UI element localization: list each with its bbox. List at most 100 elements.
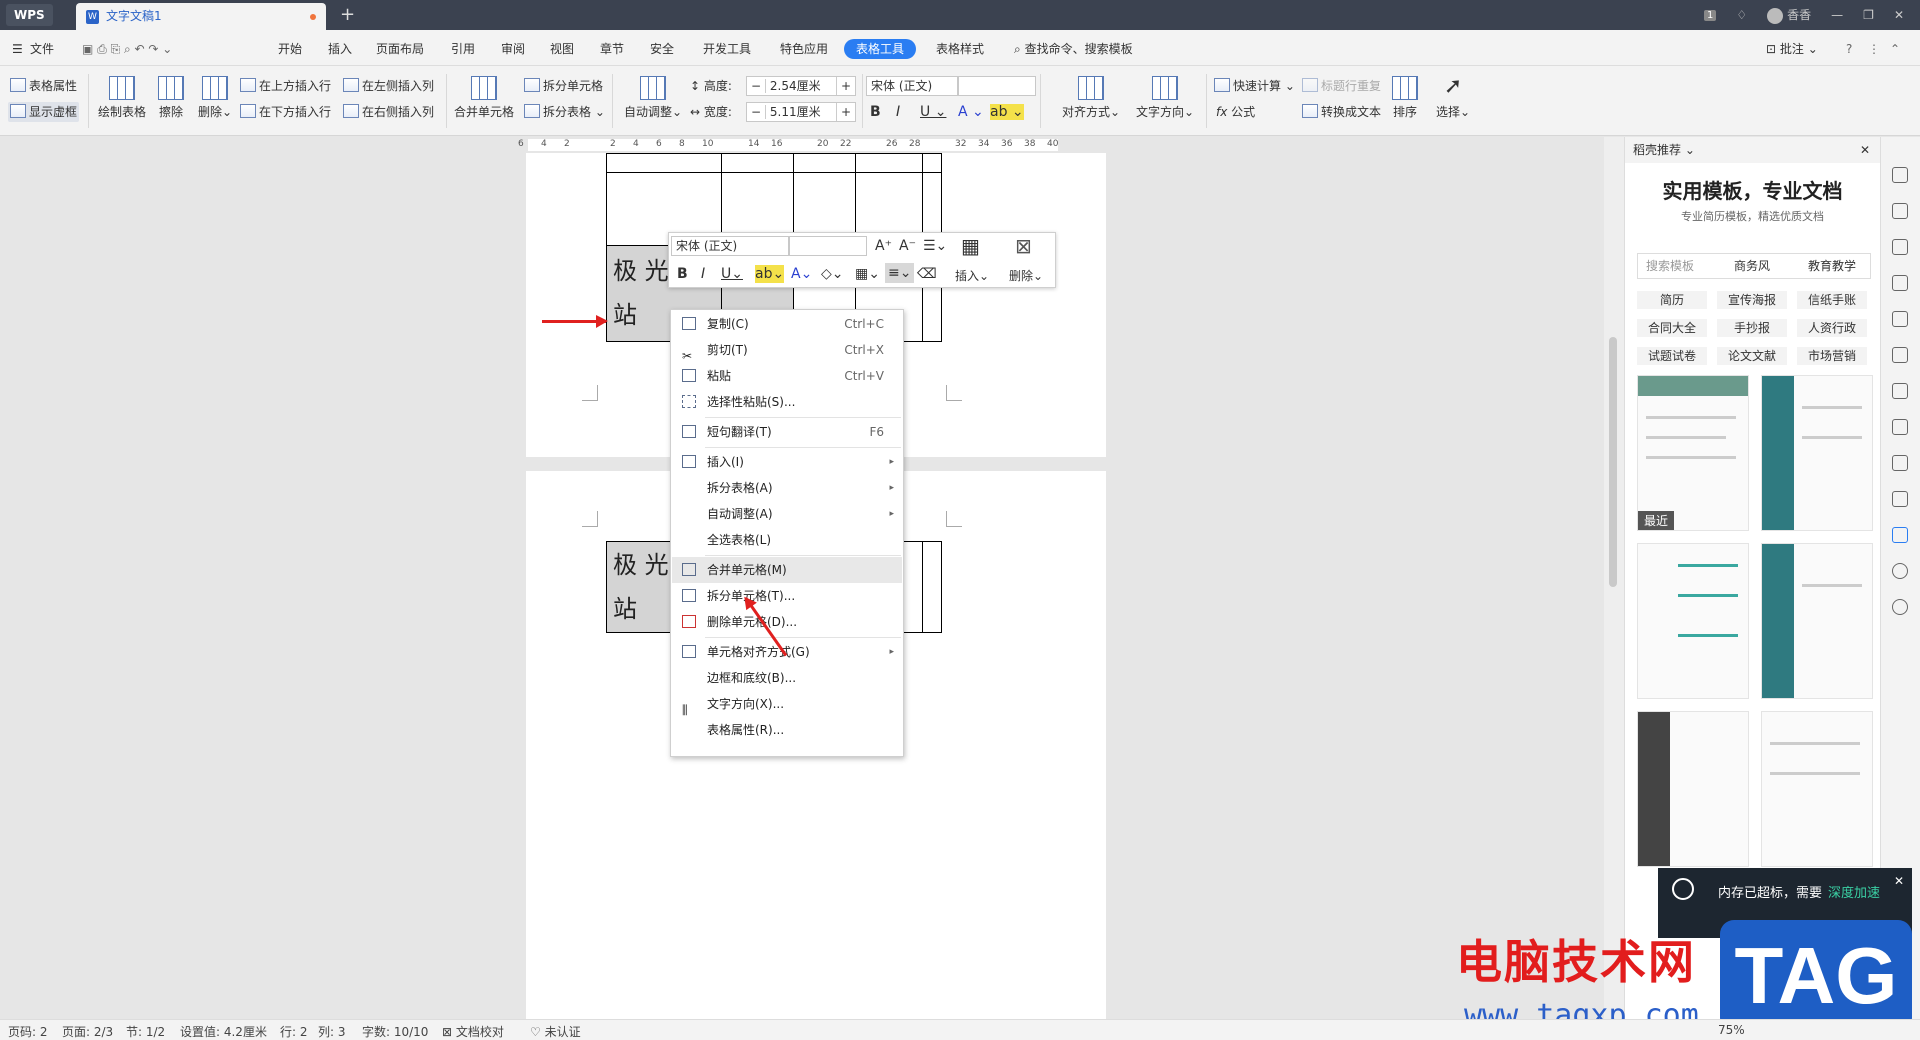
template-icon[interactable]	[1892, 527, 1908, 543]
table-cell[interactable]	[793, 153, 856, 173]
font-size-select[interactable]	[958, 76, 1036, 96]
split-cell-button[interactable]: 拆分单元格	[524, 78, 603, 94]
table-cell[interactable]	[721, 153, 794, 173]
show-gridlines-button[interactable]: 显示虚框	[8, 102, 80, 122]
menu-references[interactable]: 引用	[451, 39, 475, 59]
status-page-number[interactable]: 页码: 2	[8, 1023, 48, 1040]
insert-row-below-button[interactable]: 在下方插入行	[240, 104, 331, 120]
shrink-font-icon[interactable]: A⁻	[899, 237, 916, 255]
menu-chapter[interactable]: 章节	[600, 39, 624, 59]
font-name-select[interactable]: 宋体 (正文)	[866, 76, 958, 96]
template-thumbnail[interactable]	[1761, 711, 1873, 867]
menu-insert[interactable]: 插入	[328, 39, 352, 59]
mini-delete-icon[interactable]: ⊠	[1015, 236, 1032, 256]
quick-access-icons[interactable]: ▣ ⎙ ⎘ ⌕ ↶ ↷ ⌄	[82, 39, 172, 59]
split-table-dropdown[interactable]: 拆分表格 ⌄	[524, 104, 605, 120]
mini-bold-button[interactable]: B	[677, 265, 688, 283]
scrollbar-thumb[interactable]	[1609, 337, 1617, 587]
underline-button[interactable]: U ⌄	[920, 104, 946, 120]
tag-hr[interactable]: 人资行政	[1797, 319, 1867, 337]
status-setting[interactable]: 设置值: 4.2厘米	[180, 1023, 267, 1040]
menu-home[interactable]: 开始	[278, 39, 302, 59]
menu-cut[interactable]: ✂ 剪切(T) Ctrl+X	[672, 337, 902, 363]
delete-dropdown[interactable]: 删除⌄	[198, 76, 232, 120]
menu-view[interactable]: 视图	[550, 39, 574, 59]
tag-marketing[interactable]: 市场营销	[1797, 347, 1867, 365]
repeat-header-button[interactable]: 标题行重复	[1302, 78, 1381, 94]
mini-border-icon[interactable]: ▦⌄	[855, 265, 880, 283]
width-decrement[interactable]: −	[747, 105, 767, 119]
mini-italic-button[interactable]: I	[701, 265, 705, 283]
table-cell[interactable]	[606, 153, 722, 173]
erase-button[interactable]: 擦除	[158, 76, 184, 120]
tag-resume[interactable]: 简历	[1637, 291, 1707, 309]
select-dropdown[interactable]: ➚ 选择⌄	[1436, 76, 1470, 120]
grow-font-icon[interactable]: A⁺	[875, 237, 892, 255]
mini-delete-button[interactable]: 删除⌄	[1009, 267, 1043, 285]
table-icon[interactable]	[1892, 311, 1908, 327]
menu-paste-special[interactable]: 选择性粘贴(S)...	[672, 389, 902, 415]
backup-icon[interactable]	[1892, 383, 1908, 399]
height-decrement[interactable]: −	[747, 79, 767, 93]
status-section[interactable]: 节: 1/2	[126, 1023, 165, 1040]
command-search[interactable]: ⌕ 查找命令、搜索模板	[1014, 39, 1133, 59]
width-increment[interactable]: +	[835, 103, 855, 121]
mini-insert-icon[interactable]: ▦	[961, 236, 980, 256]
text-direction-dropdown[interactable]: 文字方向⌄	[1136, 76, 1194, 120]
mini-fill-icon[interactable]: ◇⌄	[821, 265, 844, 283]
menu-delete-cell[interactable]: 删除单元格(D)...	[672, 609, 902, 635]
tag-exams[interactable]: 试题试卷	[1637, 347, 1707, 365]
status-row[interactable]: 行: 2	[280, 1023, 308, 1040]
table-cell[interactable]	[922, 541, 942, 633]
status-word-count[interactable]: 字数: 10/10	[362, 1023, 428, 1040]
width-stepper[interactable]: − 5.11厘米 +	[746, 102, 856, 122]
new-tab-button[interactable]: +	[340, 4, 355, 25]
help-circle-icon[interactable]	[1892, 599, 1908, 615]
menu-table-properties[interactable]: 表格属性(R)...	[672, 717, 902, 743]
vertical-scrollbar[interactable]	[1604, 137, 1624, 1019]
menu-borders[interactable]: 边框和底纹(B)...	[672, 665, 902, 691]
mini-font-color-button[interactable]: A⌄	[791, 265, 812, 283]
proofread-button[interactable]: ⊠ 文档校对	[442, 1023, 504, 1040]
auto-fit-dropdown[interactable]: 自动调整⌄	[624, 76, 682, 120]
panel-header-label[interactable]: 稻壳推荐	[1633, 143, 1681, 157]
convert-to-text-button[interactable]: 转换成文本	[1302, 104, 1381, 120]
menu-select-table[interactable]: 全选表格(L)	[672, 527, 902, 553]
collapse-ribbon-icon[interactable]: ⌃	[1890, 39, 1900, 59]
template-thumbnail[interactable]	[1761, 375, 1873, 531]
table-cell[interactable]	[855, 153, 923, 173]
draw-table-button[interactable]: 绘制表格	[98, 76, 146, 120]
template-thumbnail[interactable]: 最近	[1637, 375, 1749, 531]
edit-icon[interactable]	[1892, 167, 1908, 183]
mini-eraser-icon[interactable]: ⌫	[917, 265, 937, 283]
mini-underline-button[interactable]: U⌄	[721, 265, 743, 283]
wps-home-button[interactable]: WPS	[6, 4, 53, 26]
mini-highlight-button[interactable]: ab⌄	[755, 265, 785, 283]
more-icon[interactable]: ⋮	[1868, 39, 1880, 59]
skin-icon[interactable]: ♢	[1736, 8, 1747, 22]
menu-split-table[interactable]: 拆分表格(A) ▸	[672, 475, 902, 501]
mini-insert-button[interactable]: 插入⌄	[955, 267, 989, 285]
italic-button[interactable]: I	[896, 104, 900, 120]
table-cell[interactable]	[922, 153, 942, 173]
menu-table-style[interactable]: 表格样式	[936, 39, 984, 59]
user-account[interactable]: 香香	[1767, 6, 1811, 24]
template-thumbnail[interactable]	[1637, 711, 1749, 867]
history-icon[interactable]	[1892, 563, 1908, 579]
menu-auto-fit[interactable]: 自动调整(A) ▸	[672, 501, 902, 527]
hamburger-icon[interactable]: ☰	[12, 39, 23, 59]
menu-cell-align[interactable]: 单元格对齐方式(G) ▸	[672, 639, 902, 665]
close-icon[interactable]: ✕	[1894, 874, 1904, 888]
restore-button[interactable]: ❐	[1863, 8, 1874, 22]
line-spacing-icon[interactable]: ☰⌄	[923, 237, 947, 255]
vertical-ruler[interactable]	[0, 153, 16, 1019]
menu-page-layout[interactable]: 页面布局	[376, 39, 424, 59]
height-increment[interactable]: +	[835, 77, 855, 95]
bold-button[interactable]: B	[870, 104, 881, 120]
highlight-button[interactable]: ab ⌄	[990, 104, 1024, 120]
deep-accelerate-link[interactable]: 深度加速	[1828, 882, 1880, 901]
menu-insert[interactable]: 插入(I) ▸	[672, 449, 902, 475]
menu-paste[interactable]: 粘贴 Ctrl+V	[672, 363, 902, 389]
tag-stationery[interactable]: 信纸手账	[1797, 291, 1867, 309]
font-color-button[interactable]: A ⌄	[958, 104, 984, 120]
